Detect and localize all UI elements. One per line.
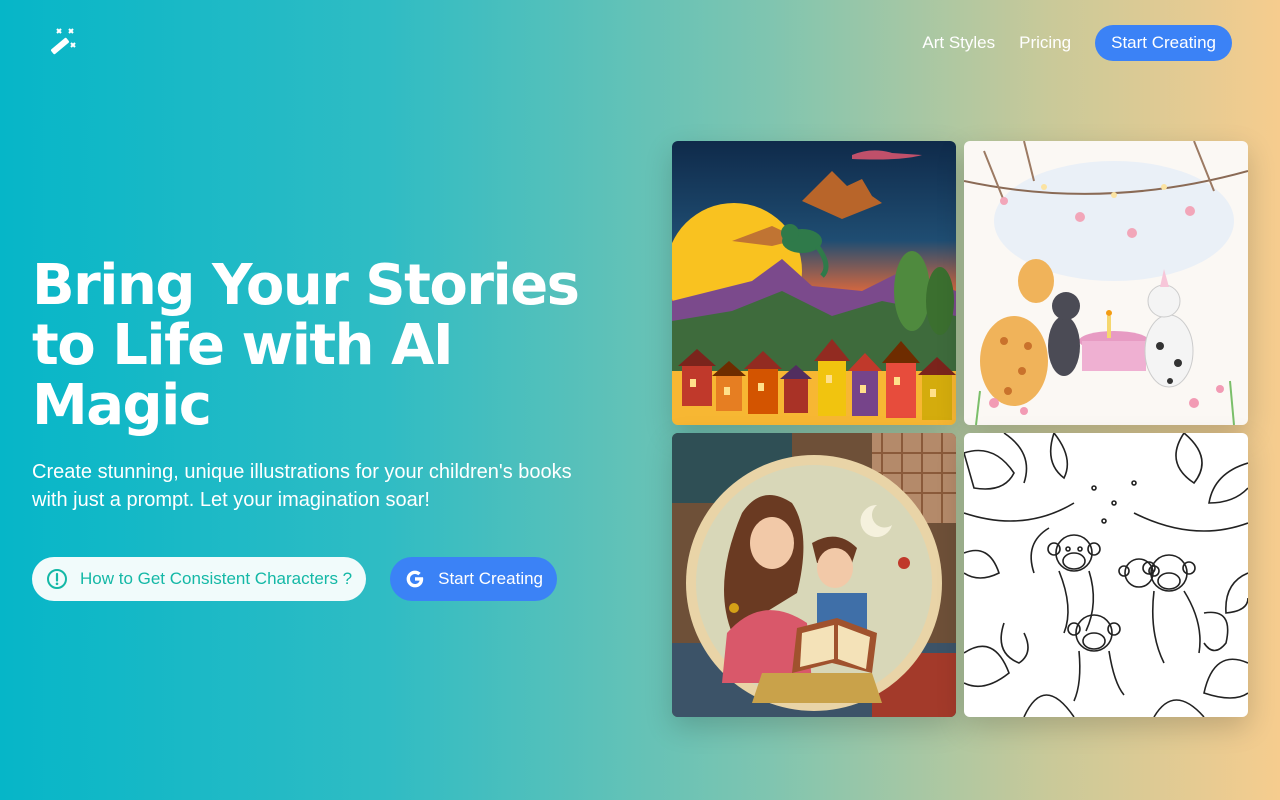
- hero-section: Bring Your Stories to Life with AI Magic…: [32, 256, 632, 514]
- magic-wand-icon: [51, 28, 76, 55]
- illustration-gallery: [672, 141, 1248, 717]
- monkeys-coloring-page-illustration: [964, 433, 1248, 717]
- google-icon: [406, 570, 424, 588]
- nav-pricing[interactable]: Pricing: [1019, 33, 1071, 53]
- gallery-image-dragon-village[interactable]: [672, 141, 956, 425]
- gallery-image-monkeys-coloring[interactable]: [964, 433, 1248, 717]
- start-creating-label: Start Creating: [438, 569, 544, 588]
- nav-art-styles[interactable]: Art Styles: [922, 33, 995, 53]
- mother-child-reading-illustration: [672, 433, 956, 717]
- hero-buttons: How to Get Consistent Characters ? Start…: [32, 557, 558, 601]
- start-creating-button[interactable]: Start Creating: [390, 557, 558, 601]
- consistent-characters-label: How to Get Consistent Characters ?: [80, 569, 353, 588]
- animal-party-illustration: [964, 141, 1248, 425]
- hero-subtitle: Create stunning, unique illustrations fo…: [32, 461, 572, 511]
- gallery-image-mother-child-reading[interactable]: [672, 433, 956, 717]
- dragon-village-illustration: [672, 141, 956, 425]
- logo[interactable]: [46, 24, 80, 58]
- consistent-characters-button[interactable]: How to Get Consistent Characters ?: [32, 557, 367, 601]
- gallery-image-animal-party[interactable]: [964, 141, 1248, 425]
- info-circle-icon: [47, 569, 67, 589]
- hero-title: Bring Your Stories to Life with AI Magic: [32, 253, 580, 438]
- nav-start-creating-button[interactable]: Start Creating: [1095, 25, 1232, 61]
- top-nav: Art Styles Pricing Start Creating: [922, 25, 1232, 61]
